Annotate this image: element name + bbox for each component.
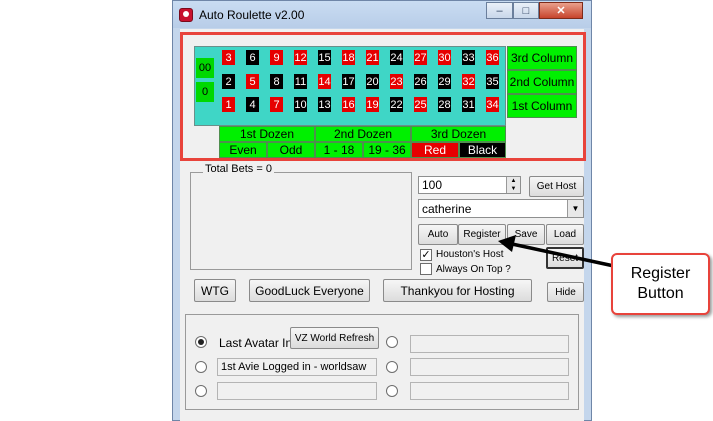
number-cell[interactable]: 16	[342, 97, 355, 112]
number-cell[interactable]: 13	[318, 97, 331, 112]
number-cell[interactable]: 22	[390, 97, 403, 112]
number-cell[interactable]: 31	[462, 97, 475, 112]
number-cell[interactable]: 2	[222, 74, 235, 89]
close-button[interactable]: ✕	[539, 2, 583, 19]
avatar-field-left-3[interactable]	[217, 382, 377, 400]
column-bet-3rd[interactable]: 3rd Column	[507, 46, 577, 70]
number-cell[interactable]: 10	[294, 97, 307, 112]
number-cell[interactable]: 6	[246, 50, 259, 65]
even-bet[interactable]: Even	[219, 142, 267, 158]
number-cell[interactable]: 17	[342, 74, 355, 89]
number-cell[interactable]: 8	[270, 74, 283, 89]
high-bet[interactable]: 19 - 36	[363, 142, 411, 158]
dozen-bet-3rd[interactable]: 3rd Dozen	[411, 126, 506, 142]
wtg-button[interactable]: WTG	[194, 279, 236, 302]
host-select[interactable]: catherine	[418, 199, 584, 218]
column-bet-2nd[interactable]: 2nd Column	[507, 70, 577, 94]
first-avie-field[interactable]: 1st Avie Logged in - worldsaw	[217, 358, 377, 376]
minimize-button[interactable]: –	[486, 2, 513, 19]
hide-button[interactable]: Hide	[547, 282, 584, 302]
title-bar[interactable]: Auto Roulette v2.00 – □ ✕	[173, 1, 591, 28]
spin-up-icon[interactable]: ▲	[506, 177, 520, 185]
avatar-field-right-2[interactable]	[410, 358, 569, 376]
roulette-app-icon	[179, 8, 193, 22]
number-cell[interactable]: 33	[462, 50, 475, 65]
number-cell[interactable]: 29	[438, 74, 451, 89]
number-cell[interactable]: 15	[318, 50, 331, 65]
vz-world-refresh-button[interactable]: VZ World Refresh	[290, 327, 379, 349]
number-cell[interactable]: 3	[222, 50, 235, 65]
number-cell[interactable]: 32	[462, 74, 475, 89]
avatar-radio-right-1[interactable]	[386, 336, 398, 348]
number-cell[interactable]: 21	[366, 50, 379, 65]
number-cell[interactable]: 35	[486, 74, 499, 89]
black-bet[interactable]: Black	[459, 142, 506, 158]
number-cell[interactable]: 20	[366, 74, 379, 89]
number-cell[interactable]: 23	[390, 74, 403, 89]
number-cell[interactable]: 5	[246, 74, 259, 89]
dropdown-arrow-icon[interactable]: ▼	[567, 200, 583, 217]
register-callout: Register Button	[611, 253, 710, 315]
number-cell[interactable]: 11	[294, 74, 307, 89]
avatar-field-right-3[interactable]	[410, 382, 569, 400]
number-cell[interactable]: 36	[486, 50, 499, 65]
avatar-field-right-1[interactable]	[410, 335, 569, 353]
double-zero-cell[interactable]: 00	[196, 58, 214, 78]
number-cell[interactable]: 7	[270, 97, 283, 112]
number-cell[interactable]: 12	[294, 50, 307, 65]
number-cell[interactable]: 9	[270, 50, 283, 65]
low-bet[interactable]: 1 - 18	[315, 142, 363, 158]
red-bet[interactable]: Red	[411, 142, 459, 158]
bets-list-box	[190, 172, 412, 270]
callout-line-2: Button	[637, 285, 684, 302]
number-cell[interactable]: 27	[414, 50, 427, 65]
houstons-host-checkbox[interactable]: ✓	[420, 249, 432, 261]
number-cell[interactable]: 24	[390, 50, 403, 65]
callout-line-1: Register	[630, 265, 691, 282]
maximize-button[interactable]: □	[513, 2, 539, 19]
odd-bet[interactable]: Odd	[267, 142, 315, 158]
goodluck-button[interactable]: GoodLuck Everyone	[249, 279, 370, 302]
number-cell[interactable]: 26	[414, 74, 427, 89]
number-cell[interactable]: 30	[438, 50, 451, 65]
thankyou-button[interactable]: Thankyou for Hosting	[383, 279, 532, 302]
number-cell[interactable]: 34	[486, 97, 499, 112]
number-cell[interactable]: 14	[318, 74, 331, 89]
spin-down-icon[interactable]: ▼	[506, 185, 520, 193]
total-bets-label: Total Bets = 0	[203, 163, 274, 175]
dozen-bet-1st[interactable]: 1st Dozen	[219, 126, 315, 142]
avatar-radio-left-2[interactable]	[195, 361, 207, 373]
window-title: Auto Roulette v2.00	[199, 8, 305, 22]
last-avatar-radio[interactable]	[195, 336, 207, 348]
number-cell[interactable]: 28	[438, 97, 451, 112]
number-cell[interactable]: 18	[342, 50, 355, 65]
callout-arrow-icon	[498, 235, 615, 268]
avatar-radio-left-3[interactable]	[195, 385, 207, 397]
number-cell[interactable]: 1	[222, 97, 235, 112]
last-avatar-label: Last Avatar In	[219, 336, 293, 350]
auto-button[interactable]: Auto	[418, 224, 458, 245]
get-host-button[interactable]: Get Host	[529, 176, 584, 197]
always-on-top-checkbox[interactable]	[420, 263, 432, 275]
dozen-bet-2nd[interactable]: 2nd Dozen	[315, 126, 411, 142]
number-cell[interactable]: 19	[366, 97, 379, 112]
number-cell[interactable]: 4	[246, 97, 259, 112]
avatar-radio-right-3[interactable]	[386, 385, 398, 397]
zero-cell[interactable]: 0	[196, 82, 214, 102]
column-bet-1st[interactable]: 1st Column	[507, 94, 577, 118]
number-cell[interactable]: 25	[414, 97, 427, 112]
avatar-radio-right-2[interactable]	[386, 361, 398, 373]
